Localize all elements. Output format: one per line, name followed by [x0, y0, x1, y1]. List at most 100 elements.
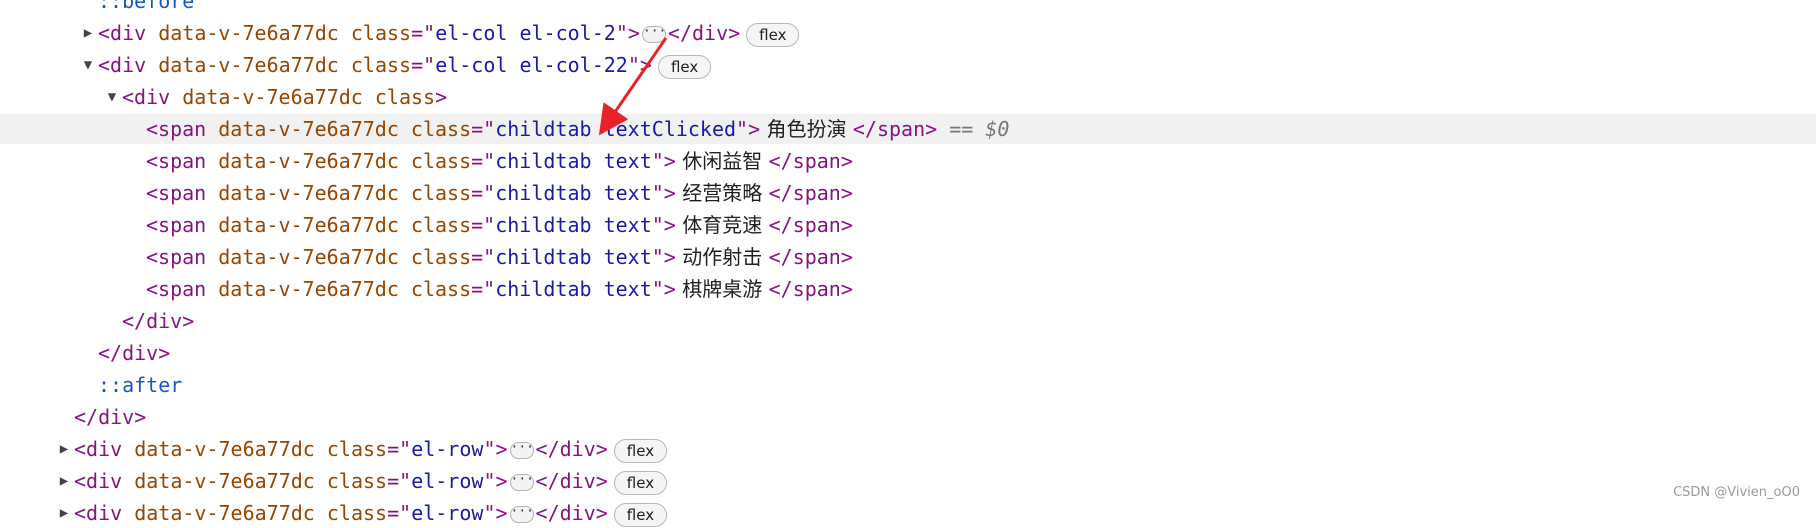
- code-token: data-v-7e6a77dc: [134, 469, 327, 493]
- code-token: ">: [651, 213, 676, 237]
- code-token: ==: [937, 117, 986, 141]
- code-token: =": [411, 21, 436, 45]
- code-token: =": [471, 149, 496, 173]
- code-token: class: [350, 53, 412, 77]
- collapse-triangle-icon[interactable]: ▶: [54, 498, 74, 528]
- tree-row[interactable]: ▶ <div data-v-7e6a77dc class="el-col el-c…: [0, 18, 1816, 48]
- code-token: <div: [74, 437, 135, 461]
- code-token: <div: [98, 53, 159, 77]
- flex-badge[interactable]: flex: [613, 438, 668, 463]
- ellipsis-icon[interactable]: ···: [509, 441, 534, 459]
- collapse-triangle-icon[interactable]: ▶: [54, 434, 74, 464]
- tree-row[interactable]: <span data-v-7e6a77dc class="childtab te…: [0, 274, 1816, 304]
- code-token: 动作射击: [675, 245, 769, 269]
- code-token: data-v-7e6a77dc: [134, 437, 327, 461]
- code-token: =": [471, 181, 496, 205]
- code-token: el-row: [411, 437, 484, 461]
- code-token: class: [410, 149, 472, 173]
- code-token: <span: [146, 149, 219, 173]
- flex-badge[interactable]: flex: [613, 470, 668, 495]
- code-token: el-row: [411, 469, 484, 493]
- code-token: childtab textClicked: [495, 117, 737, 141]
- code-token: </span>: [768, 149, 853, 173]
- code-token: data-v-7e6a77dc: [218, 213, 411, 237]
- code-token: 棋牌桌游: [675, 277, 769, 301]
- code-token: data-v-7e6a77dc: [218, 149, 411, 173]
- tree-row[interactable]: ▶ <div data-v-7e6a77dc class="el-row"> ···…: [0, 434, 1816, 464]
- code-token: el-col el-col-2: [435, 21, 616, 45]
- code-token: <span: [146, 181, 219, 205]
- code-token: 角色扮演: [760, 117, 853, 141]
- code-token: ">: [651, 245, 676, 269]
- code-token: class: [374, 85, 436, 109]
- expand-triangle-icon[interactable]: ▼: [102, 82, 122, 112]
- code-token: 经营策略: [675, 181, 769, 205]
- code-token: =": [387, 501, 412, 525]
- tree-row-selected[interactable]: <span data-v-7e6a77dc class="childtab te…: [0, 114, 1816, 144]
- code-token: <span: [146, 117, 219, 141]
- flex-badge[interactable]: flex: [746, 22, 800, 47]
- code-token: class: [410, 245, 472, 269]
- code-token: ">: [615, 21, 640, 45]
- tree-row[interactable]: ▶ <div data-v-7e6a77dc class="el-row"> ···…: [0, 466, 1816, 496]
- ellipsis-icon[interactable]: ···: [641, 25, 666, 43]
- code-token: childtab text: [495, 213, 652, 237]
- code-token: data-v-7e6a77dc: [134, 501, 327, 525]
- ellipsis-icon[interactable]: ···: [509, 473, 534, 491]
- code-token: </span>: [768, 245, 853, 269]
- code-token: <div: [74, 469, 135, 493]
- tree-row[interactable]: ▶ <div data-v-7e6a77dc class="el-row"> ···…: [0, 498, 1816, 528]
- code-token: ">: [651, 277, 676, 301]
- collapse-triangle-icon[interactable]: ▶: [78, 18, 98, 48]
- code-token: =": [387, 469, 412, 493]
- expand-triangle-icon[interactable]: ▼: [78, 50, 98, 80]
- code-token: ">: [483, 437, 508, 461]
- code-token: class: [350, 21, 412, 45]
- tree-row[interactable]: </div>: [0, 402, 1816, 432]
- code-token: ">: [627, 53, 652, 77]
- code-token: class: [410, 117, 472, 141]
- tree-row[interactable]: <span data-v-7e6a77dc class="childtab te…: [0, 146, 1816, 176]
- code-token: data-v-7e6a77dc: [158, 53, 351, 77]
- code-token: 体育竞速: [675, 213, 769, 237]
- code-token: childtab text: [495, 149, 652, 173]
- code-token: </span>: [768, 213, 853, 237]
- code-token: childtab text: [495, 245, 652, 269]
- code-token: class: [326, 469, 388, 493]
- code-token: =": [471, 117, 496, 141]
- watermark: CSDN @Vivien_oO0: [1673, 485, 1800, 500]
- code-token: ::before: [98, 0, 195, 13]
- code-token: </span>: [852, 117, 938, 141]
- code-token: <span: [146, 245, 219, 269]
- code-token: >: [435, 85, 448, 109]
- code-token: data-v-7e6a77dc: [218, 181, 411, 205]
- flex-badge[interactable]: flex: [657, 54, 712, 79]
- code-token: ">: [483, 469, 508, 493]
- code-token: =": [387, 437, 412, 461]
- tree-row[interactable]: <span data-v-7e6a77dc class="childtab te…: [0, 210, 1816, 240]
- code-token: class: [326, 501, 388, 525]
- code-token: </div>: [535, 501, 608, 525]
- code-token: data-v-7e6a77dc: [218, 245, 411, 269]
- code-token: class: [410, 277, 472, 301]
- collapse-triangle-icon[interactable]: ▶: [54, 466, 74, 496]
- code-token: </div>: [535, 469, 608, 493]
- code-token: </span>: [768, 277, 853, 301]
- code-token: class: [410, 181, 472, 205]
- tree-row[interactable]: ▼ <div data-v-7e6a77dc class="el-col el-c…: [0, 50, 1816, 80]
- tree-row[interactable]: <span data-v-7e6a77dc class="childtab te…: [0, 178, 1816, 208]
- tree-row[interactable]: <span data-v-7e6a77dc class="childtab te…: [0, 242, 1816, 272]
- code-token: ">: [736, 117, 761, 141]
- tree-row[interactable]: ::before: [0, 0, 1816, 16]
- tree-row[interactable]: ::after: [0, 370, 1816, 400]
- code-token: childtab text: [495, 277, 652, 301]
- ellipsis-icon[interactable]: ···: [509, 505, 534, 523]
- tree-row[interactable]: </div>: [0, 338, 1816, 368]
- code-token: ">: [483, 501, 508, 525]
- code-token: </div>: [98, 341, 171, 365]
- code-token: =": [471, 277, 496, 301]
- flex-badge[interactable]: flex: [613, 502, 668, 527]
- tree-row[interactable]: </div>: [0, 306, 1816, 336]
- code-token: =": [471, 213, 496, 237]
- tree-row[interactable]: ▼ <div data-v-7e6a77dc class>: [0, 82, 1816, 112]
